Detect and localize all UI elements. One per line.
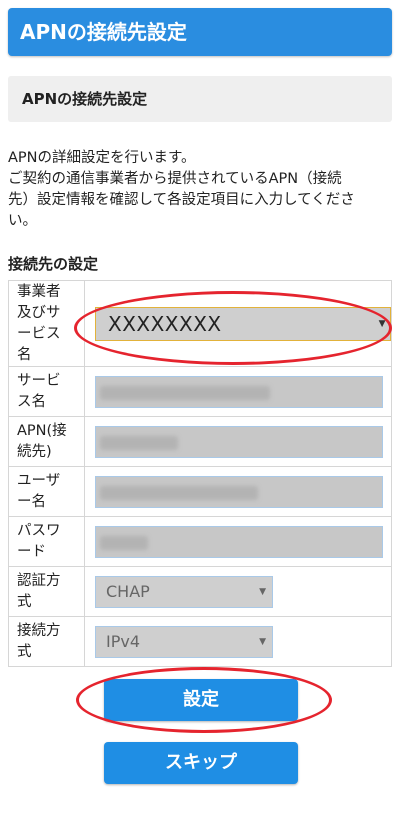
description-line: 先）設定情報を確認して各設定項目に入力してくださ — [8, 192, 355, 208]
table-row: APN(接 続先) — [8, 416, 392, 467]
skip-button[interactable]: スキップ — [104, 742, 298, 784]
description-line: ご契約の通信事業者から提供されているAPN（接続 — [8, 171, 342, 187]
dropdown-arrow-icon: ▼ — [378, 318, 386, 329]
settings-button[interactable]: 設定 — [104, 679, 298, 721]
page-title-bar: APNの接続先設定 — [8, 8, 392, 56]
username-input[interactable] — [95, 475, 383, 508]
page-title: APNの接続先設定 — [20, 20, 187, 44]
password-input[interactable] — [95, 525, 383, 558]
service-name-label: サービ ス名 — [8, 366, 85, 417]
auth-method-value: CHAP — [106, 581, 150, 601]
dropdown-arrow-icon: ▼ — [259, 636, 266, 647]
description: APNの詳細設定を行います。 ご契約の通信事業者から提供されているAPN（接続 … — [8, 148, 392, 232]
table-row: 事業者 及びサ ービス 名 XXXXXXXX ▼ — [8, 280, 392, 367]
auth-method-select[interactable]: CHAP ▼ — [95, 575, 273, 608]
section-header: APNの接続先設定 — [8, 76, 392, 122]
apn-label: APN(接 続先) — [8, 416, 85, 467]
table-row: 接続方 式 IPv4 ▼ — [8, 616, 392, 667]
password-label: パスワ ード — [8, 516, 85, 567]
connection-method-select[interactable]: IPv4 ▼ — [95, 625, 273, 658]
auth-method-label: 認証方 式 — [8, 566, 85, 617]
description-line: APNの詳細設定を行います。 — [8, 150, 196, 166]
carrier-service-label: 事業者 及びサ ービス 名 — [8, 280, 85, 367]
table-row: ユーザ ー名 — [8, 466, 392, 517]
service-name-input[interactable] — [95, 375, 383, 408]
connection-settings-heading: 接続先の設定 — [8, 255, 99, 273]
apn-input[interactable] — [95, 425, 383, 458]
carrier-service-value: XXXXXXXX — [108, 311, 222, 336]
dropdown-arrow-icon: ▼ — [259, 586, 266, 597]
table-row: サービ ス名 — [8, 366, 392, 417]
apn-settings-table: 事業者 及びサ ービス 名 XXXXXXXX ▼ サービ ス名 APN(接 続先… — [8, 280, 392, 667]
table-row: 認証方 式 CHAP ▼ — [8, 566, 392, 617]
username-label: ユーザ ー名 — [8, 466, 85, 517]
description-line: い。 — [8, 213, 37, 229]
connection-method-label: 接続方 式 — [8, 616, 85, 667]
carrier-service-select[interactable]: XXXXXXXX ▼ — [95, 306, 391, 341]
section-header-title: APNの接続先設定 — [22, 90, 148, 108]
table-row: パスワ ード — [8, 516, 392, 567]
connection-method-value: IPv4 — [106, 631, 141, 651]
